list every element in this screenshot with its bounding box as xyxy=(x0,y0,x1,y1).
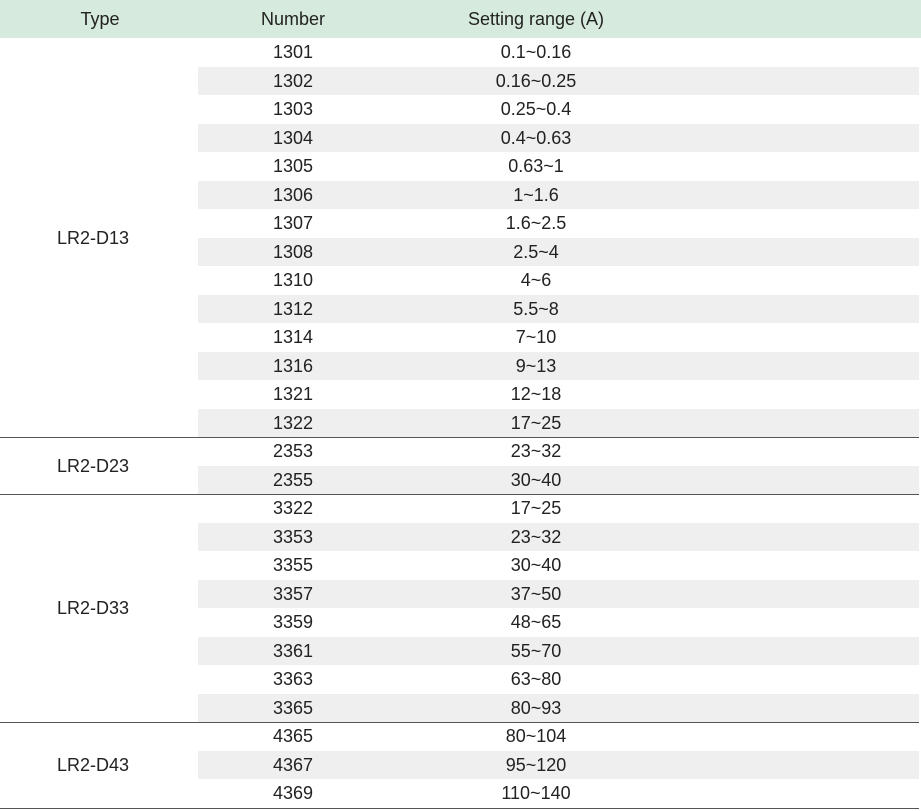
number-cell: 1301 xyxy=(272,42,314,62)
setting-range-cell: 30~40 xyxy=(510,555,562,575)
table-header: Type Number Setting range (A) xyxy=(0,0,921,38)
number-cell: 1307 xyxy=(272,213,314,233)
table-row: 1305 0.63~1 xyxy=(198,152,919,180)
number-cell: 4369 xyxy=(272,783,314,803)
setting-range-cell: 30~40 xyxy=(510,469,562,490)
setting-range-cell: 37~50 xyxy=(510,583,562,604)
setting-range-cell: 17~25 xyxy=(510,498,562,518)
type-cell: LR2-D43 xyxy=(56,754,130,775)
setting-range-cell: 63~80 xyxy=(510,669,562,689)
number-cell: 1304 xyxy=(272,127,314,148)
number-cell: 1321 xyxy=(272,384,314,404)
table-row: 3361 55~70 xyxy=(198,636,919,665)
number-cell: 1316 xyxy=(272,355,314,376)
setting-range-cell: 55~70 xyxy=(510,640,562,661)
setting-range-cell: 1~1.6 xyxy=(513,184,559,205)
table-row: 3357 37~50 xyxy=(198,579,919,608)
group-divider xyxy=(0,807,919,809)
type-cell: LR2-D23 xyxy=(56,455,130,476)
setting-range-cell: 0.25~0.4 xyxy=(500,99,572,119)
setting-range-cell: 48~65 xyxy=(510,612,562,632)
setting-range-cell: 5.5~8 xyxy=(513,298,559,319)
number-cell: 2353 xyxy=(272,441,314,461)
number-cell: 1308 xyxy=(272,241,314,262)
table-row: 3363 63~80 xyxy=(198,665,919,693)
table-row: 1304 0.4~0.63 xyxy=(198,123,919,152)
table-row: 3365 80~93 xyxy=(198,693,919,722)
setting-range-cell: 17~25 xyxy=(510,412,562,433)
number-cell: 4367 xyxy=(272,754,314,775)
number-cell: 3355 xyxy=(272,555,314,575)
table-row: 1301 0.1~0.16 xyxy=(198,38,919,66)
table-row: 1316 9~13 xyxy=(198,351,919,380)
number-cell: 1302 xyxy=(272,70,314,91)
setting-range-cell: 4~6 xyxy=(520,270,552,290)
table-row: 3355 30~40 xyxy=(198,551,919,579)
setting-range-cell: 2.5~4 xyxy=(513,241,559,262)
number-column-header: Number xyxy=(260,9,326,29)
number-cell: 2355 xyxy=(272,469,314,490)
setting-range-cell: 110~140 xyxy=(501,783,571,803)
setting-range-cell: 7~10 xyxy=(515,327,557,347)
number-cell: 3361 xyxy=(272,640,314,661)
table-row: 1303 0.25~0.4 xyxy=(198,95,919,123)
setting-range-cell: 0.63~1 xyxy=(508,156,564,176)
table-row: 1312 5.5~8 xyxy=(198,294,919,323)
number-cell: 3353 xyxy=(272,526,314,547)
number-cell: 3322 xyxy=(272,498,314,518)
table-row: 4369 110~140 xyxy=(198,779,919,807)
number-cell: 3359 xyxy=(272,612,314,632)
table-row: 1307 1.6~2.5 xyxy=(198,209,919,237)
table-row: 3359 48~65 xyxy=(198,608,919,636)
setting-range-cell: 23~32 xyxy=(510,526,562,547)
setting-range-cell: 12~18 xyxy=(510,384,562,404)
number-cell: 1310 xyxy=(272,270,314,290)
number-cell: 3365 xyxy=(272,697,314,718)
table-row: 4367 95~120 xyxy=(198,750,919,779)
table-row: 1314 7~10 xyxy=(198,323,919,351)
number-cell: 3363 xyxy=(272,669,314,689)
setting-range-cell: 1.6~2.5 xyxy=(505,213,567,233)
table-row: 3353 23~32 xyxy=(198,522,919,551)
setting-range-cell: 0.1~0.16 xyxy=(500,42,572,62)
setting-range-cell: 0.4~0.63 xyxy=(500,127,572,148)
number-cell: 1322 xyxy=(272,412,314,433)
number-cell: 3357 xyxy=(272,583,314,604)
table-row: 1322 17~25 xyxy=(198,408,919,437)
number-cell: 1305 xyxy=(272,156,314,176)
table-row: 4365 80~104 xyxy=(198,722,919,750)
setting-range-column-header: Setting range (A) xyxy=(467,9,605,29)
type-cell: LR2-D33 xyxy=(56,598,130,618)
table-row: 2355 30~40 xyxy=(198,465,919,494)
setting-range-cell: 0.16~0.25 xyxy=(495,70,577,91)
number-cell: 1314 xyxy=(272,327,314,347)
setting-range-cell: 9~13 xyxy=(515,355,557,376)
number-cell: 1306 xyxy=(272,184,314,205)
table-row: 1321 12~18 xyxy=(198,380,919,408)
table-row: 1306 1~1.6 xyxy=(198,180,919,209)
table-row: 1310 4~6 xyxy=(198,266,919,294)
table-row: 1308 2.5~4 xyxy=(198,237,919,266)
table-row: 1302 0.16~0.25 xyxy=(198,66,919,95)
table-row: 3322 17~25 xyxy=(198,494,919,522)
table-row: 2353 23~32 xyxy=(198,437,919,465)
setting-range-cell: 23~32 xyxy=(510,441,562,461)
type-cell: LR2-D13 xyxy=(56,227,130,248)
number-cell: 4365 xyxy=(272,726,314,746)
type-column-header: Type xyxy=(80,9,120,29)
number-cell: 1312 xyxy=(272,298,314,319)
setting-range-cell: 95~120 xyxy=(505,754,567,775)
number-cell: 1303 xyxy=(272,99,314,119)
settings-table: Type Number Setting range (A) 1301 0.1~0.… xyxy=(0,0,921,811)
setting-range-cell: 80~104 xyxy=(505,726,567,746)
setting-range-cell: 80~93 xyxy=(510,697,562,718)
